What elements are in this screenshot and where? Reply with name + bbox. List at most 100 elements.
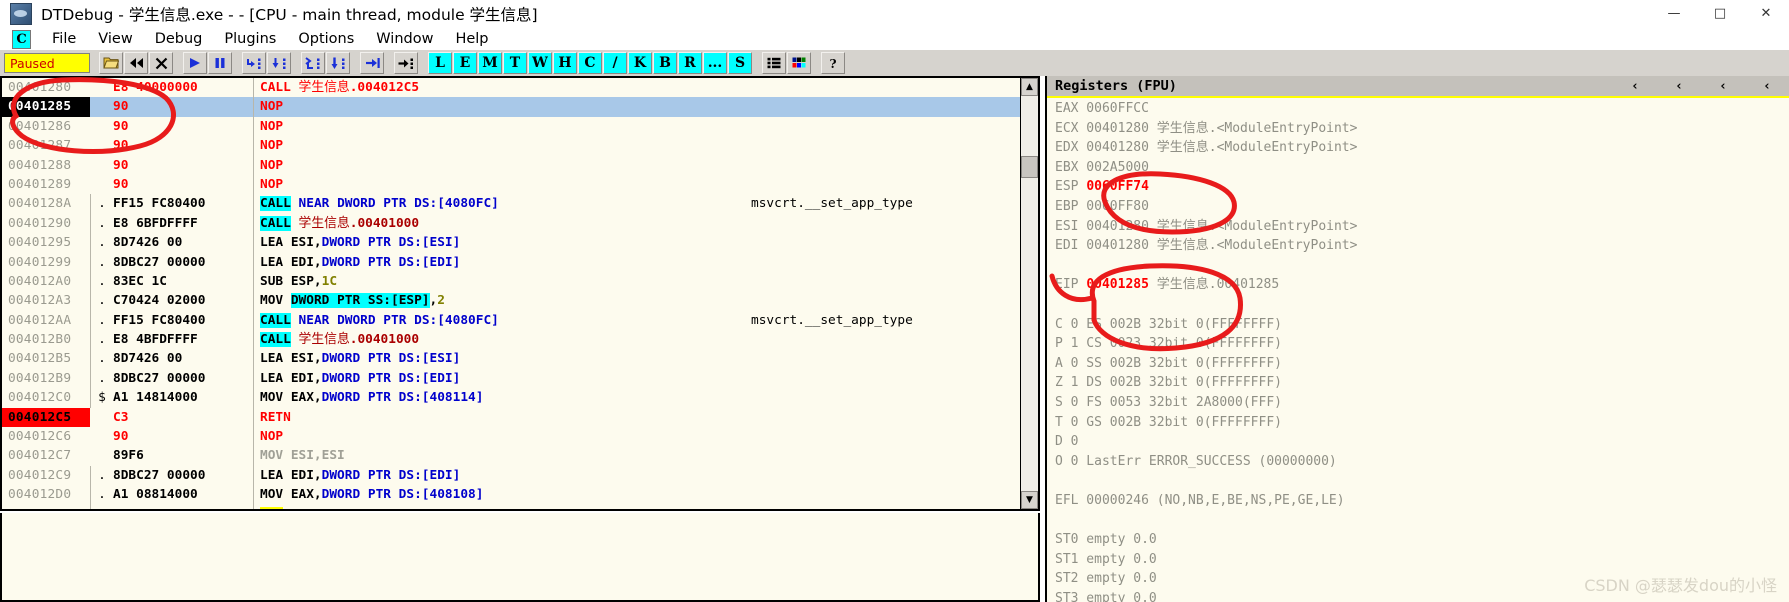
menu-plugins[interactable]: Plugins — [213, 31, 287, 47]
register-line[interactable]: EIP 00401285 学生信息.00401285 — [1055, 275, 1789, 295]
menu-window[interactable]: Window — [365, 31, 444, 47]
appearance-button[interactable] — [787, 52, 811, 74]
disassembly-row[interactable]: 004012B9. 8DBC27 00000 LEA EDI,DWORD PTR D… — [2, 368, 1022, 389]
cpu-window-button[interactable]: C — [578, 52, 602, 74]
register-line[interactable]: EBP 0060FF80 — [1055, 197, 1789, 217]
register-line[interactable]: C 0 ES 002B 32bit 0(FFFFFFFF) — [1055, 315, 1789, 335]
register-line[interactable]: EFL 00000246 (NO,NB,E,BE,NS,PE,GE,LE) — [1055, 491, 1789, 511]
caret-left-icon-2[interactable]: ‹ — [1657, 79, 1701, 94]
row-instruction: LEA EDI,DWORD PTR DS:[EDI] — [253, 368, 743, 389]
register-line[interactable]: O 0 LastErr ERROR_SUCCESS (00000000) — [1055, 452, 1789, 472]
maximize-button[interactable]: □ — [1697, 0, 1743, 26]
pause-button[interactable] — [208, 52, 232, 74]
disassembly-row[interactable]: 004012C7 89F6 MOV ESI,ESI — [2, 446, 1022, 466]
disassembly-row[interactable]: 0040128A. FF15 FC80400 CALL NEAR DWORD PTR… — [2, 194, 1022, 214]
disassembly-row[interactable]: 00401285 90 NOP — [2, 97, 1022, 117]
disassembly-row[interactable]: 004012D0. A1 08814000 MOV EAX,DWORD PTR DS… — [2, 485, 1022, 505]
disassembly-row[interactable]: 004012C9. 8DBC27 00000 LEA EDI,DWORD PTR D… — [2, 465, 1022, 486]
register-line[interactable]: ESP 0060FF74 — [1055, 177, 1789, 197]
dump-pane[interactable] — [0, 513, 1040, 602]
scroll-thumb[interactable] — [1021, 156, 1038, 178]
disassembly-row[interactable]: 00401280 E8 40000000 CALL 学生信息.004012C5 — [2, 78, 1022, 98]
disassembly-row[interactable]: 004012AA. FF15 FC80400 CALL NEAR DWORD PTR… — [2, 310, 1022, 331]
open-file-button[interactable] — [99, 52, 123, 74]
trace-into-button[interactable] — [394, 52, 418, 74]
breakpoints-button[interactable]: B — [653, 52, 677, 74]
registers-pane[interactable]: Registers (FPU) ‹ ‹ ‹ ‹ EAX 0060FFCC ECX … — [1045, 76, 1789, 602]
log-window-button[interactable]: L — [428, 52, 452, 74]
register-line[interactable]: ST1 empty 0.0 — [1055, 550, 1789, 570]
disassembly-row[interactable]: 004012A0. 83EC 1C SUB ESP,1C — [2, 271, 1022, 292]
disassembly-row[interactable]: 00401289 90 NOP — [2, 174, 1022, 195]
disassembly-row[interactable]: 004012B0. E8 4BFDFFFF CALL 学生信息.00401000 — [2, 330, 1022, 350]
disassembly-list[interactable]: 00401280 E8 40000000 CALL 学生信息.004012C5 004… — [2, 78, 1022, 509]
run-trace-button[interactable]: ... — [703, 52, 727, 74]
trace-icon — [398, 58, 413, 69]
menu-debug[interactable]: Debug — [144, 31, 214, 47]
memory-window-button[interactable]: M — [478, 52, 502, 74]
register-line[interactable]: T 0 GS 002B 32bit 0(FFFFFFFF) — [1055, 413, 1789, 433]
menu-file[interactable]: File — [41, 31, 87, 47]
windows-button[interactable]: W — [528, 52, 552, 74]
register-line[interactable]: EDI 00401280 学生信息.<ModuleEntryPoint> — [1055, 236, 1789, 256]
animate-over-button[interactable] — [326, 52, 350, 74]
help-button[interactable]: ? — [821, 52, 845, 74]
register-line[interactable]: P 1 CS 0023 32bit 0(FFFFFFFF) — [1055, 334, 1789, 354]
step-into-button[interactable] — [242, 52, 266, 74]
row-instruction: NOP — [253, 97, 743, 117]
caret-left-icon-4[interactable]: ‹ — [1745, 79, 1789, 94]
animate-into-icon — [305, 56, 320, 69]
disassembly-row[interactable]: 00401287 90 NOP — [2, 136, 1022, 156]
animate-into-button[interactable] — [301, 52, 325, 74]
disassembly-row[interactable]: 00401288 90 NOP — [2, 155, 1022, 175]
register-line[interactable]: EAX 0060FFCC — [1055, 99, 1789, 119]
caret-left-icon-1[interactable]: ‹ — [1613, 79, 1657, 94]
handles-button[interactable]: H — [553, 52, 577, 74]
disassembly-row[interactable]: 00401295. 8D7426 00 LEA ESI,DWORD PTR DS:[… — [2, 233, 1022, 253]
register-line[interactable]: ST0 empty 0.0 — [1055, 530, 1789, 550]
menu-options[interactable]: Options — [287, 31, 365, 47]
register-line[interactable]: EBX 002A5000 — [1055, 158, 1789, 178]
options-list-button[interactable] — [762, 52, 786, 74]
source-window-button[interactable]: S — [728, 52, 752, 74]
scroll-down-arrow[interactable]: ▼ — [1021, 491, 1038, 509]
step-over-button[interactable] — [267, 52, 291, 74]
disassembly-row[interactable]: 00401299. 8DBC27 00000 LEA EDI,DWORD PTR D… — [2, 252, 1022, 272]
close-program-button[interactable] — [149, 52, 173, 74]
disassembly-row[interactable]: 004012D5.FFE0JMP NEAR EAX — [2, 504, 1022, 509]
register-line[interactable]: EDX 00401280 学生信息.<ModuleEntryPoint> — [1055, 138, 1789, 158]
disassembly-row[interactable]: 00401286 90 NOP — [2, 116, 1022, 137]
menu-view[interactable]: View — [87, 31, 143, 47]
register-line[interactable]: ESI 00401280 学生信息.<ModuleEntryPoint> — [1055, 217, 1789, 237]
run-button[interactable] — [183, 52, 207, 74]
till-return-icon — [365, 58, 380, 68]
disassembly-row[interactable]: 004012A3. C70424 02000 MOV DWORD PTR SS:[E… — [2, 291, 1022, 311]
restart-button[interactable] — [124, 52, 148, 74]
register-line[interactable]: D 0 — [1055, 432, 1789, 452]
disassembly-row[interactable]: 004012C5 C3 RETN — [2, 407, 1022, 428]
register-line[interactable]: Z 1 DS 002B 32bit 0(FFFFFFFF) — [1055, 373, 1789, 393]
row-marker: . — [90, 233, 113, 253]
register-line[interactable]: S 0 FS 0053 32bit 2A8000(FFF) — [1055, 393, 1789, 413]
menu-help[interactable]: Help — [444, 31, 499, 47]
caret-left-icon-3[interactable]: ‹ — [1701, 79, 1745, 94]
register-line[interactable]: A 0 SS 002B 32bit 0(FFFFFFFF) — [1055, 354, 1789, 374]
call-stack-button[interactable]: K — [628, 52, 652, 74]
threads-button[interactable]: T — [503, 52, 527, 74]
disassembly-scrollbar[interactable]: ▲ ▼ — [1020, 78, 1038, 509]
minimize-button[interactable]: — — [1651, 0, 1697, 26]
patches-button[interactable]: / — [603, 52, 627, 74]
close-button[interactable]: ✕ — [1743, 0, 1789, 26]
disassembly-row[interactable]: 004012C0 $ A1 14814000 MOV EAX,DWORD PTR DS… — [2, 388, 1022, 408]
disassembly-row[interactable]: 004012B5. 8D7426 00 LEA ESI,DWORD PTR DS:[… — [2, 349, 1022, 369]
disassembly-pane[interactable]: 00401280 E8 40000000 CALL 学生信息.004012C5 004… — [0, 76, 1040, 511]
scroll-up-arrow[interactable]: ▲ — [1021, 78, 1038, 96]
cpu-window-icon[interactable]: C — [12, 29, 31, 49]
references-button[interactable]: R — [678, 52, 702, 74]
executables-button[interactable]: E — [453, 52, 477, 74]
disassembly-row[interactable]: 004012C6 90 NOP — [2, 427, 1022, 447]
execute-till-return-button[interactable] — [360, 52, 384, 74]
registers-list[interactable]: EAX 0060FFCC ECX 00401280 学生信息.<ModuleEnt… — [1047, 98, 1789, 602]
register-line[interactable]: ECX 00401280 学生信息.<ModuleEntryPoint> — [1055, 119, 1789, 139]
disassembly-row[interactable]: 00401290. E8 6BFDFFFF CALL 学生信息.00401000 — [2, 213, 1022, 234]
